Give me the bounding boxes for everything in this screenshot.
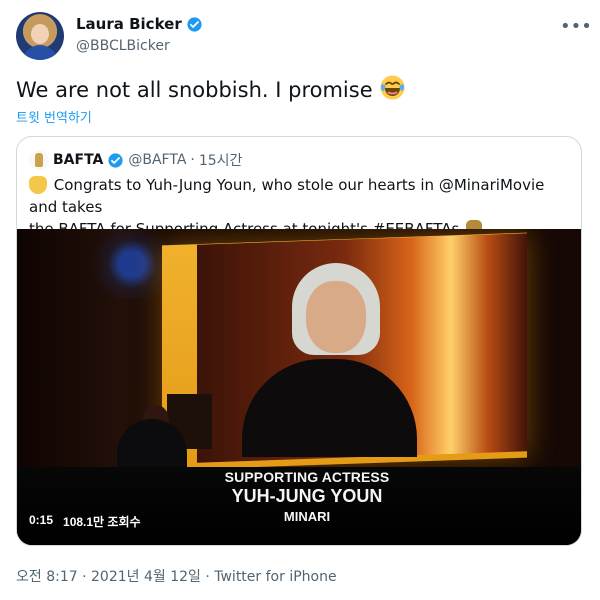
author-info: Laura Bicker @BBCLBicker [76,14,203,56]
tweet-body: We are not all snobbish. I promise [16,78,373,102]
quote-author-name[interactable]: BAFTA [53,152,103,168]
speaker-face [306,281,366,353]
video-views: 108.1만 조회수 [63,515,141,529]
embedded-video[interactable]: SUPPORTING ACTRESS YUH-JUNG YOUN MINARI … [17,229,581,545]
verified-badge-icon [187,16,202,32]
caption-category: SUPPORTING ACTRESS [224,469,390,485]
raising-hands-emoji-icon [29,176,47,194]
tweet-text: We are not all snobbish. I promise [16,74,406,104]
quote-text-line1: Congrats to Yuh-Jung Youn, who stole our… [29,176,545,216]
author-handle[interactable]: @BBCLBicker [76,36,203,56]
caption-film: MINARI [283,509,331,524]
tears-of-joy-emoji-icon [380,75,405,100]
author-avatar[interactable] [16,12,64,60]
quote-header: BAFTA @BAFTA · 15시간 [29,149,242,171]
award-caption: SUPPORTING ACTRESS YUH-JUNG YOUN MINARI [217,469,397,524]
video-duration: 0:15 [29,513,54,527]
quoted-tweet[interactable]: BAFTA @BAFTA · 15시간 Congrats to Yuh-Jung… [16,136,582,546]
bafta-logo-icon [29,150,49,170]
verified-badge-icon [108,152,123,168]
quote-author-handle[interactable]: @BAFTA [128,152,186,168]
quote-time[interactable]: 15시간 [199,150,243,170]
tweet-footer[interactable]: 오전 8:17 · 2021년 4월 12일 · Twitter for iPh… [16,566,337,586]
author-name[interactable]: Laura Bicker [76,14,182,34]
author-name-row[interactable]: Laura Bicker [76,14,203,34]
separator-dot: · [190,152,195,168]
more-options-icon[interactable]: ••• [560,18,592,36]
video-meta: 0:15 108.1만 조회수 [29,513,141,530]
tweet-header: Laura Bicker @BBCLBicker ••• [16,12,592,62]
translate-link[interactable]: 트윗 번역하기 [16,107,92,126]
caption-winner: YUH-JUNG YOUN [231,486,383,506]
